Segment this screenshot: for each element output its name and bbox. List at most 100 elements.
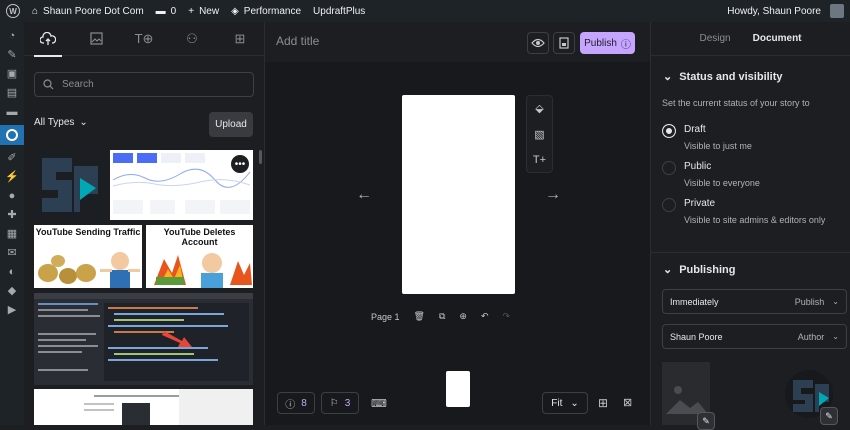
play-icon[interactable]: ▶: [6, 304, 18, 316]
trash-icon[interactable]: 🗑: [414, 311, 425, 322]
web-stories-icon[interactable]: [0, 125, 24, 145]
prev-page-arrow[interactable]: ←: [356, 186, 372, 204]
keyboard-icon[interactable]: ⌨: [371, 397, 387, 410]
bottom-left-tools: ⓘ 8 ⚐ 3 ⌨: [277, 392, 387, 414]
my-account-link[interactable]: Howdy, Shaun Poore: [721, 0, 850, 22]
next-page-arrow[interactable]: →: [545, 186, 561, 204]
save-button[interactable]: [553, 32, 575, 54]
grid-view-icon[interactable]: ⊞: [598, 396, 608, 410]
site-name-link[interactable]: ⌂ Shaun Poore Dot Com: [26, 0, 150, 22]
tab-upload[interactable]: [24, 22, 72, 57]
tools-icon[interactable]: ✚: [6, 209, 18, 221]
media-icon[interactable]: ▣: [6, 68, 18, 80]
updraftplus-link[interactable]: UpdraftPlus: [307, 0, 371, 22]
pin-icon[interactable]: ✎: [6, 49, 18, 61]
upload-button[interactable]: Upload: [209, 112, 253, 137]
status-option-public[interactable]: Public Visible to everyone: [662, 160, 760, 190]
library-panel: T⊕ ⚇ ⊞ All Types ⌄ Upload: [24, 22, 265, 425]
howdy-text: Howdy, Shaun Poore: [727, 5, 821, 17]
media-thumb-youtube-traffic[interactable]: YouTube Sending Traffic: [34, 225, 142, 288]
section-divider: [651, 252, 850, 253]
tab-document[interactable]: Document: [753, 22, 802, 56]
replace-media-icon[interactable]: ▧: [534, 128, 544, 141]
more-options-button[interactable]: •••: [231, 155, 249, 173]
tab-text[interactable]: T⊕: [120, 22, 168, 56]
tab-design[interactable]: Design: [699, 22, 730, 56]
mail-icon[interactable]: ✉: [6, 247, 18, 259]
status-description: Set the current status of your story to: [662, 98, 810, 108]
comments-icon[interactable]: ▬: [6, 106, 18, 118]
page-label: Page 1: [371, 311, 400, 322]
media-thumb-youtube-deletes[interactable]: YouTube Deletes Account: [146, 225, 253, 288]
settings-icon[interactable]: ▦: [6, 228, 18, 240]
edit-logo-button[interactable]: ✎: [820, 407, 838, 425]
layers-icon[interactable]: ◆: [6, 285, 18, 297]
library-scrollbar[interactable]: [259, 150, 262, 164]
tab-shapes[interactable]: ⚇: [168, 22, 216, 56]
help-center-button[interactable]: ⓘ 8: [277, 392, 315, 414]
status-option-private[interactable]: Private Visible to site admins & editors…: [662, 197, 825, 227]
publish-button[interactable]: Publish ⓘ: [580, 32, 635, 54]
media-thumb-wireframe[interactable]: [34, 389, 253, 425]
poster-image-placeholder[interactable]: ✎: [662, 362, 715, 430]
add-text-icon[interactable]: T+: [533, 154, 546, 166]
status-option-draft[interactable]: Draft Visible to just me: [662, 123, 752, 153]
zoom-select[interactable]: Fit ⌄: [542, 392, 588, 414]
status-section-toggle[interactable]: ⌄ Status and visibility: [663, 70, 783, 84]
duplicate-icon[interactable]: ⧉: [439, 311, 445, 322]
comments-link[interactable]: ▬ 0: [150, 0, 183, 22]
performance-link[interactable]: ◈ Performance: [225, 0, 307, 22]
wp-logo-menu[interactable]: W: [0, 0, 26, 22]
publisher-logo[interactable]: ✎: [779, 366, 839, 425]
checklist-button[interactable]: ⚐ 3: [321, 392, 359, 414]
radio-public[interactable]: [662, 161, 676, 175]
chevron-down-icon: ⌄: [663, 264, 673, 276]
editor-canvas: Add title Publish ⓘ ⬙ ▧ T+ ← → Page 1 🗑 …: [265, 22, 650, 425]
home-icon: ⌂: [32, 5, 39, 17]
plus-icon: +: [188, 5, 195, 17]
tab-templates[interactable]: ⊞: [216, 22, 264, 56]
add-page-icon[interactable]: ⊕: [459, 311, 467, 322]
author-name: Shaun Poore: [670, 331, 723, 342]
type-filter[interactable]: All Types ⌄: [34, 117, 88, 128]
search-icon: [43, 79, 54, 90]
new-content-link[interactable]: + New: [182, 0, 225, 22]
publish-date-select[interactable]: Immediately Publish ⌄: [662, 289, 847, 314]
media-thumb-dashboard[interactable]: •••: [110, 150, 253, 220]
checklist-count: 3: [344, 397, 351, 409]
chevron-down-icon: ⌄: [663, 71, 673, 83]
wp-admin-bar: W ⌂ Shaun Poore Dot Com ▬ 0 + New ◈ Perf…: [0, 0, 850, 22]
tab-media[interactable]: [72, 22, 120, 56]
page-thumbnail[interactable]: [446, 371, 470, 407]
author-select[interactable]: Shaun Poore Author ⌄: [662, 324, 847, 349]
media-thumb-logo[interactable]: [34, 150, 106, 220]
appearance-icon[interactable]: ✐: [6, 152, 18, 164]
publishing-section-toggle[interactable]: ⌄ Publishing: [663, 263, 735, 277]
option-description: Visible to site admins & editors only: [684, 215, 826, 225]
publish-role-label: Publish: [794, 296, 825, 307]
plugins-icon[interactable]: ⚡: [5, 171, 19, 183]
story-title-input[interactable]: Add title: [276, 34, 319, 48]
checklist-icon: ⚐: [329, 397, 339, 409]
dashboard-icon[interactable]: ◔: [6, 30, 18, 42]
preview-button[interactable]: [527, 32, 549, 54]
search-input[interactable]: [62, 79, 232, 90]
redo-icon[interactable]: ↷: [503, 311, 511, 322]
seo-icon[interactable]: ◐: [6, 266, 18, 278]
performance-icon: ◈: [231, 5, 239, 17]
story-page[interactable]: [402, 95, 515, 294]
mail-icon[interactable]: ⊠: [623, 396, 632, 409]
edit-poster-button[interactable]: ✎: [697, 412, 715, 430]
radio-draft[interactable]: [662, 124, 676, 138]
page-tools: ⬙ ▧ T+: [526, 95, 553, 173]
radio-private[interactable]: [662, 198, 676, 212]
pages-icon[interactable]: ▤: [6, 87, 18, 99]
undo-icon[interactable]: ↶: [481, 311, 489, 322]
ellipsis-icon: •••: [234, 158, 246, 170]
document-icon: [559, 37, 569, 49]
media-thumb-code-screenshot[interactable]: [34, 293, 253, 385]
option-label: Draft: [684, 124, 706, 135]
upload-icon: [40, 31, 56, 45]
users-icon[interactable]: ●: [6, 190, 18, 202]
fill-bucket-icon[interactable]: ⬙: [535, 102, 543, 115]
